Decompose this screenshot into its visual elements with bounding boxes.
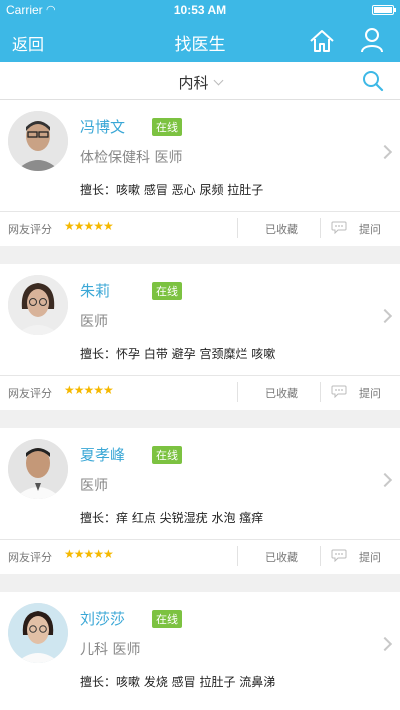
chevron-right-icon[interactable] xyxy=(377,144,393,160)
chevron-down-icon xyxy=(213,75,223,86)
favorite-button[interactable]: 已收藏 xyxy=(265,549,298,565)
chat-bubble-icon[interactable] xyxy=(331,549,347,562)
clock: 10:53 AM xyxy=(173,3,227,17)
divider xyxy=(237,218,238,238)
divider xyxy=(320,382,321,402)
divider xyxy=(237,546,238,566)
favorite-button[interactable]: 已收藏 xyxy=(265,221,298,237)
rating-label: 网友评分 xyxy=(8,551,52,564)
doctor-specialty: 擅长：怀孕 白带 避孕 宫颈糜烂 咳嗽 xyxy=(80,347,276,361)
online-badge: 在线 xyxy=(152,610,182,628)
doctor-specialty: 擅长：痒 红点 尖锐湿疣 水泡 瘙痒 xyxy=(80,511,264,525)
status-bar: Carrier ◠ 10:53 AM xyxy=(0,0,400,20)
favorite-button[interactable]: 已收藏 xyxy=(265,385,298,401)
department-filter-bar: 内科 xyxy=(0,62,400,100)
page-title: 找医生 xyxy=(174,35,226,55)
divider xyxy=(0,375,400,376)
doctor-card[interactable]: 朱莉 在线 医师 擅长：怀孕 白带 避孕 宫颈糜烂 咳嗽 网友评分 ★★★★★ … xyxy=(0,264,400,410)
search-icon[interactable] xyxy=(362,70,384,92)
doctor-avatar xyxy=(8,275,68,335)
chat-bubble-icon[interactable] xyxy=(331,221,347,234)
doctor-name[interactable]: 夏孝峰 xyxy=(80,444,125,465)
online-badge: 在线 xyxy=(152,446,182,464)
doctor-card[interactable]: 刘莎莎 在线 儿科 医师 擅长：咳嗽 发烧 感冒 拉肚子 流鼻涕 xyxy=(0,592,400,710)
doctor-department-title: 医师 xyxy=(80,478,108,494)
divider xyxy=(320,546,321,566)
doctor-name[interactable]: 冯博文 xyxy=(80,116,125,137)
divider xyxy=(0,539,400,540)
ask-button[interactable]: 提问 xyxy=(359,549,381,565)
doctor-name[interactable]: 朱莉 xyxy=(80,280,110,301)
doctor-card[interactable]: 夏孝峰 在线 医师 擅长：痒 红点 尖锐湿疣 水泡 瘙痒 网友评分 ★★★★★ … xyxy=(0,428,400,574)
user-icon[interactable] xyxy=(358,26,386,54)
rating-label: 网友评分 xyxy=(8,387,52,400)
rating-stars: ★★★★★ xyxy=(64,219,114,233)
rating-label: 网友评分 xyxy=(8,223,52,236)
nav-bar: 返回 找医生 xyxy=(0,20,400,62)
doctor-department-title: 体检保健科 医师 xyxy=(80,150,183,166)
doctor-specialty: 擅长：咳嗽 感冒 恶心 尿频 拉肚子 xyxy=(80,183,264,197)
doctor-avatar xyxy=(8,439,68,499)
rating-stars: ★★★★★ xyxy=(64,547,114,561)
doctor-name[interactable]: 刘莎莎 xyxy=(80,608,125,629)
department-label: 内科 xyxy=(178,74,209,92)
chat-bubble-icon[interactable] xyxy=(331,385,347,398)
doctor-department-title: 医师 xyxy=(80,314,108,330)
online-badge: 在线 xyxy=(152,118,182,136)
divider xyxy=(237,382,238,402)
doctor-department-title: 儿科 医师 xyxy=(80,642,141,658)
divider xyxy=(320,218,321,238)
online-badge: 在线 xyxy=(152,282,182,300)
battery-icon xyxy=(372,5,396,15)
ask-button[interactable]: 提问 xyxy=(359,385,381,401)
chevron-right-icon[interactable] xyxy=(377,472,393,488)
rating-stars: ★★★★★ xyxy=(64,383,114,397)
divider xyxy=(0,211,400,212)
doctor-card[interactable]: 冯博文 在线 体检保健科 医师 擅长：咳嗽 感冒 恶心 尿频 拉肚子 网友评分 … xyxy=(0,100,400,246)
doctor-specialty: 擅长：咳嗽 发烧 感冒 拉肚子 流鼻涕 xyxy=(80,675,276,689)
home-icon[interactable] xyxy=(308,27,336,55)
department-dropdown[interactable]: 内科 xyxy=(0,72,400,93)
chevron-right-icon[interactable] xyxy=(377,308,393,324)
doctor-avatar xyxy=(8,111,68,171)
back-button[interactable]: 返回 xyxy=(12,31,44,55)
ask-button[interactable]: 提问 xyxy=(359,221,381,237)
doctor-avatar xyxy=(8,603,68,663)
chevron-right-icon[interactable] xyxy=(377,636,393,652)
